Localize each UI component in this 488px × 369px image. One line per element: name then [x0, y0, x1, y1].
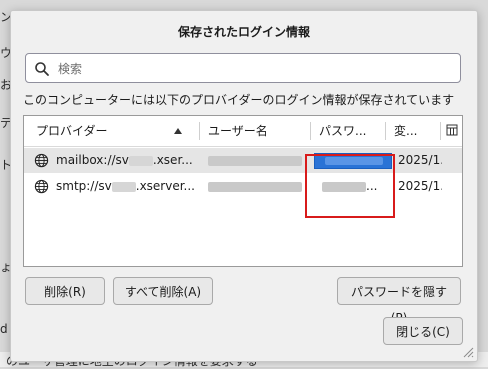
password-edit-field[interactable]: [314, 153, 392, 169]
description-text: このコンピューターには以下のプロバイダーのログイン情報が保存されています: [23, 93, 455, 107]
globe-icon: [34, 153, 49, 168]
saved-logins-dialog: 保存されたログイン情報 このコンピューターには以下のプロバイダーのログイン情報が…: [10, 10, 478, 362]
changed-cell: 2025/1...: [398, 179, 442, 193]
globe-icon: [34, 179, 49, 194]
sort-ascending-icon: [174, 128, 182, 134]
delete-all-button[interactable]: すべて削除(A): [113, 277, 213, 305]
column-header-changed[interactable]: 変...: [386, 116, 438, 146]
column-separator: [440, 122, 441, 140]
logins-table: プロバイダー ユーザー名 パスワ... 変... mailbox://sv .x…: [23, 115, 463, 267]
table-row[interactable]: smtp://sv.xserver... ... 2025/1...: [24, 174, 462, 199]
column-header-username[interactable]: ユーザー名: [200, 116, 310, 146]
search-box[interactable]: [25, 53, 461, 83]
search-icon: [35, 62, 49, 76]
table-header: プロバイダー ユーザー名 パスワ... 変...: [24, 116, 462, 147]
provider-cell: mailbox://sv .xser...: [56, 153, 193, 167]
delete-button[interactable]: 削除(R): [25, 277, 105, 305]
dialog-title: 保存されたログイン情報: [177, 25, 310, 39]
column-picker-icon[interactable]: [446, 124, 458, 136]
password-cell: ...: [322, 174, 377, 199]
username-cell: [208, 174, 304, 199]
resize-grip-icon[interactable]: [462, 346, 474, 358]
table-row[interactable]: mailbox://sv.xser... 2025/1...: [24, 148, 462, 173]
close-button[interactable]: 閉じる(C): [383, 317, 463, 345]
hide-passwords-button[interactable]: パスワードを隠す(P): [337, 277, 461, 325]
provider-cell: smtp://sv .xserver...: [56, 179, 195, 193]
changed-cell: 2025/1...: [398, 153, 442, 167]
background-fragment: d: [0, 322, 8, 336]
column-header-provider[interactable]: プロバイダー: [24, 116, 199, 146]
username-cell: [208, 148, 304, 173]
column-header-password[interactable]: パスワ...: [311, 116, 385, 146]
search-input[interactable]: [56, 59, 456, 79]
